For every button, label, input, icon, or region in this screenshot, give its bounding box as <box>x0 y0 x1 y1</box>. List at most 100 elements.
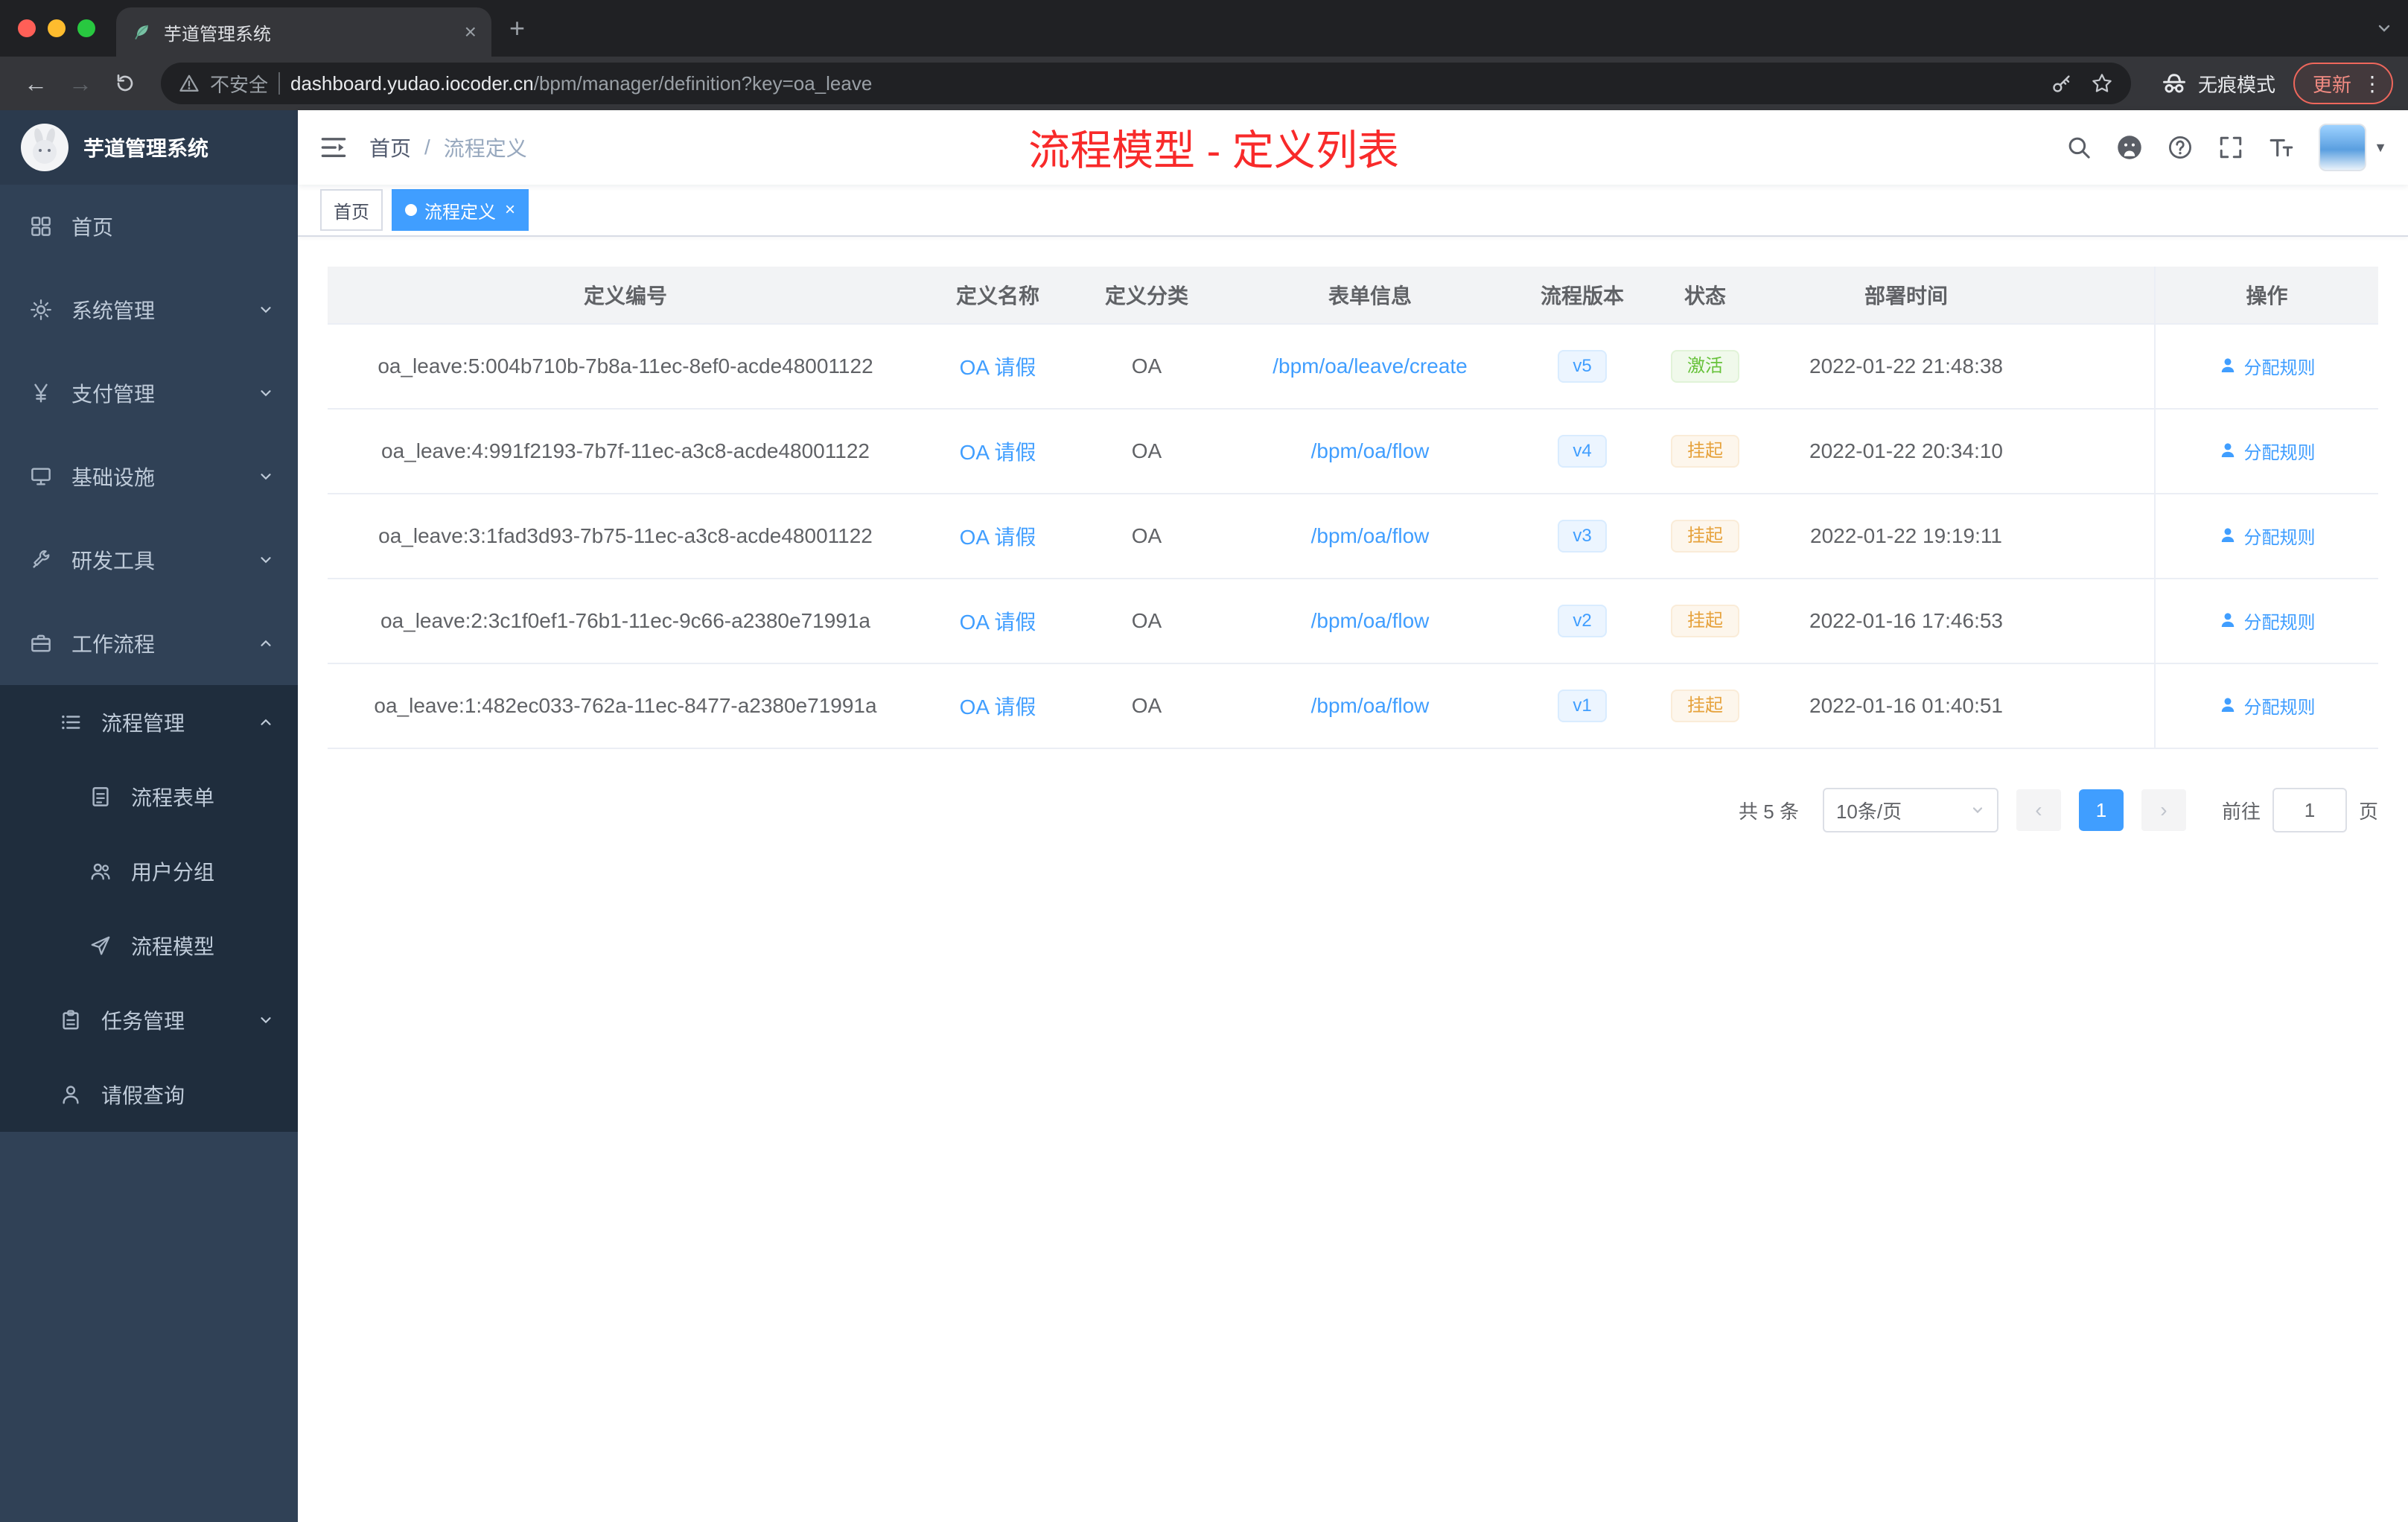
table-row: oa_leave:4:991f2193-7b7f-11ec-a3c8-acde4… <box>328 409 2378 494</box>
assign-rule-button[interactable]: 分配规则 <box>2219 608 2316 634</box>
spacer-cell <box>2048 324 2155 410</box>
column-header-actions: 操作 <box>2154 267 2378 325</box>
definition-name-link[interactable]: OA 请假 <box>960 526 1036 549</box>
sidebar-item-process-management[interactable]: 流程管理 <box>0 685 298 760</box>
sidebar-item-workflow[interactable]: 工作流程 <box>0 602 298 685</box>
sidebar-item-system[interactable]: 系统管理 <box>0 268 298 351</box>
sidebar-toggle-button[interactable] <box>298 110 369 185</box>
sidebar-item-label: 流程管理 <box>101 712 185 735</box>
version-badge: v4 <box>1558 435 1607 468</box>
sidebar-item-process-model[interactable]: 流程模型 <box>0 908 298 983</box>
version-badge: v2 <box>1558 605 1607 637</box>
github-icon[interactable] <box>2104 110 2155 185</box>
breadcrumb-separator: / <box>424 136 430 159</box>
url-path: /bpm/manager/definition?key=oa_leave <box>533 71 873 95</box>
definition-name-link[interactable]: OA 请假 <box>960 695 1036 719</box>
breadcrumb-home[interactable]: 首页 <box>369 133 411 162</box>
reload-button[interactable] <box>104 63 146 104</box>
table-row: oa_leave:2:3c1f0ef1-76b1-11ec-9c66-a2380… <box>328 579 2378 664</box>
sidebar-item-infrastructure[interactable]: 基础设施 <box>0 435 298 518</box>
close-window-button[interactable] <box>18 19 36 37</box>
definition-category: OA <box>1072 409 1221 494</box>
form-link[interactable]: /bpm/oa/leave/create <box>1273 354 1468 378</box>
definition-name-link[interactable]: OA 请假 <box>960 611 1036 634</box>
spacer-cell <box>2048 494 2155 579</box>
sidebar: 芋道管理系统 首页 系统管理 支付管理 基础设施 研发工具 工作流程 流程管理 … <box>0 110 298 1522</box>
chevron-down-icon <box>1970 803 1985 818</box>
font-size-icon[interactable] <box>2256 110 2307 185</box>
help-icon[interactable] <box>2155 110 2205 185</box>
assign-rule-button[interactable]: 分配规则 <box>2219 438 2316 464</box>
avatar[interactable] <box>2319 124 2367 171</box>
page-number-button[interactable]: 1 <box>2078 789 2124 831</box>
prev-page-button[interactable]: ‹ <box>2016 789 2061 831</box>
zoom-window-button[interactable] <box>77 19 95 37</box>
form-link[interactable]: /bpm/oa/flow <box>1311 524 1430 547</box>
tag-close-icon[interactable]: × <box>505 200 515 220</box>
next-page-button[interactable]: › <box>2141 789 2186 831</box>
clipboard-icon <box>60 1009 82 1031</box>
column-header-id: 定义编号 <box>328 267 923 325</box>
definition-name-link[interactable]: OA 请假 <box>960 356 1036 379</box>
form-link[interactable]: /bpm/oa/flow <box>1311 439 1430 462</box>
update-label: 更新 <box>2312 73 2351 96</box>
paper-plane-icon <box>89 934 112 957</box>
tab-title: 芋道管理系统 <box>164 24 271 45</box>
address-bar[interactable]: 不安全 dashboard.yudao.iocoder.cn/bpm/manag… <box>161 63 2131 104</box>
sidebar-item-label: 系统管理 <box>71 299 156 322</box>
minimize-window-button[interactable] <box>48 19 66 37</box>
definition-id: oa_leave:5:004b710b-7b8a-11ec-8ef0-acde4… <box>328 324 923 410</box>
search-icon[interactable] <box>2054 110 2104 185</box>
page-size-select[interactable]: 10条/页 <box>1822 788 1998 832</box>
deploy-time: 2022-01-22 21:48:38 <box>1765 324 2048 410</box>
password-key-icon[interactable] <box>2051 72 2073 95</box>
chevron-down-icon <box>258 1012 274 1028</box>
sidebar-item-leave-query[interactable]: 请假查询 <box>0 1057 298 1132</box>
sidebar-item-devtools[interactable]: 研发工具 <box>0 518 298 602</box>
sidebar-item-label: 流程表单 <box>131 786 215 809</box>
table-row: oa_leave:1:482ec033-762a-11ec-8477-a2380… <box>328 663 2378 749</box>
tag-home[interactable]: 首页 <box>320 189 383 231</box>
chevron-down-icon <box>258 385 274 401</box>
chevron-down-icon <box>258 552 274 568</box>
url-text: dashboard.yudao.iocoder.cn/bpm/manager/d… <box>290 72 872 95</box>
page-unit-label: 页 <box>2358 800 2378 823</box>
sidebar-item-payment[interactable]: 支付管理 <box>0 351 298 435</box>
sidebar-item-process-form[interactable]: 流程表单 <box>0 760 298 834</box>
wrench-icon <box>30 549 52 571</box>
incognito-badge: 无痕模式 <box>2161 70 2275 98</box>
sidebar-item-home[interactable]: 首页 <box>0 185 298 268</box>
sidebar-item-task-management[interactable]: 任务管理 <box>0 983 298 1057</box>
sidebar-item-user-group[interactable]: 用户分组 <box>0 834 298 908</box>
tab-search-chevron-icon[interactable] <box>2375 0 2393 57</box>
user-avatar-menu[interactable]: ▼ <box>2319 124 2387 171</box>
update-button[interactable]: 更新 ⋮ <box>2293 63 2393 104</box>
deploy-time: 2022-01-22 19:19:11 <box>1765 494 2048 579</box>
tag-process-definition[interactable]: 流程定义 × <box>392 189 529 231</box>
new-tab-button[interactable]: + <box>491 0 543 57</box>
browser-tab-strip: 芋道管理系统 × + <box>0 0 2408 57</box>
assign-rule-button[interactable]: 分配规则 <box>2219 692 2316 719</box>
workflow-submenu: 流程管理 流程表单 用户分组 流程模型 任务管理 请假查询 <box>0 685 298 1132</box>
sidebar-item-label: 首页 <box>71 216 114 239</box>
browser-tab[interactable]: 芋道管理系统 × <box>116 7 491 57</box>
pagination: 共 5 条 10条/页 ‹ 1 › 前往 页 <box>328 788 2378 832</box>
spacer-cell <box>2048 663 2155 749</box>
definition-id: oa_leave:2:3c1f0ef1-76b1-11ec-9c66-a2380… <box>328 579 923 664</box>
form-link[interactable]: /bpm/oa/flow <box>1311 694 1430 717</box>
bookmark-star-icon[interactable] <box>2091 72 2113 95</box>
goto-page-input[interactable] <box>2272 788 2347 832</box>
tab-close-icon[interactable]: × <box>465 22 477 42</box>
page-annotation: 流程模型 - 定义列表 <box>1028 127 1399 174</box>
back-button[interactable]: ← <box>15 63 57 104</box>
forward-button[interactable]: → <box>60 63 101 104</box>
column-header-name: 定义名称 <box>923 267 1072 325</box>
assign-rule-button[interactable]: 分配规则 <box>2219 523 2316 549</box>
fullscreen-icon[interactable] <box>2205 110 2256 185</box>
definition-name-link[interactable]: OA 请假 <box>960 441 1036 464</box>
assign-rule-button[interactable]: 分配规则 <box>2219 353 2316 379</box>
definition-table: 定义编号 定义名称 定义分类 表单信息 流程版本 状态 部署时间 操作 oa_l… <box>328 267 2378 749</box>
form-link[interactable]: /bpm/oa/flow <box>1311 609 1430 632</box>
status-badge: 挂起 <box>1671 520 1739 553</box>
browser-menu-kebab-icon[interactable]: ⋮ <box>2362 71 2383 96</box>
